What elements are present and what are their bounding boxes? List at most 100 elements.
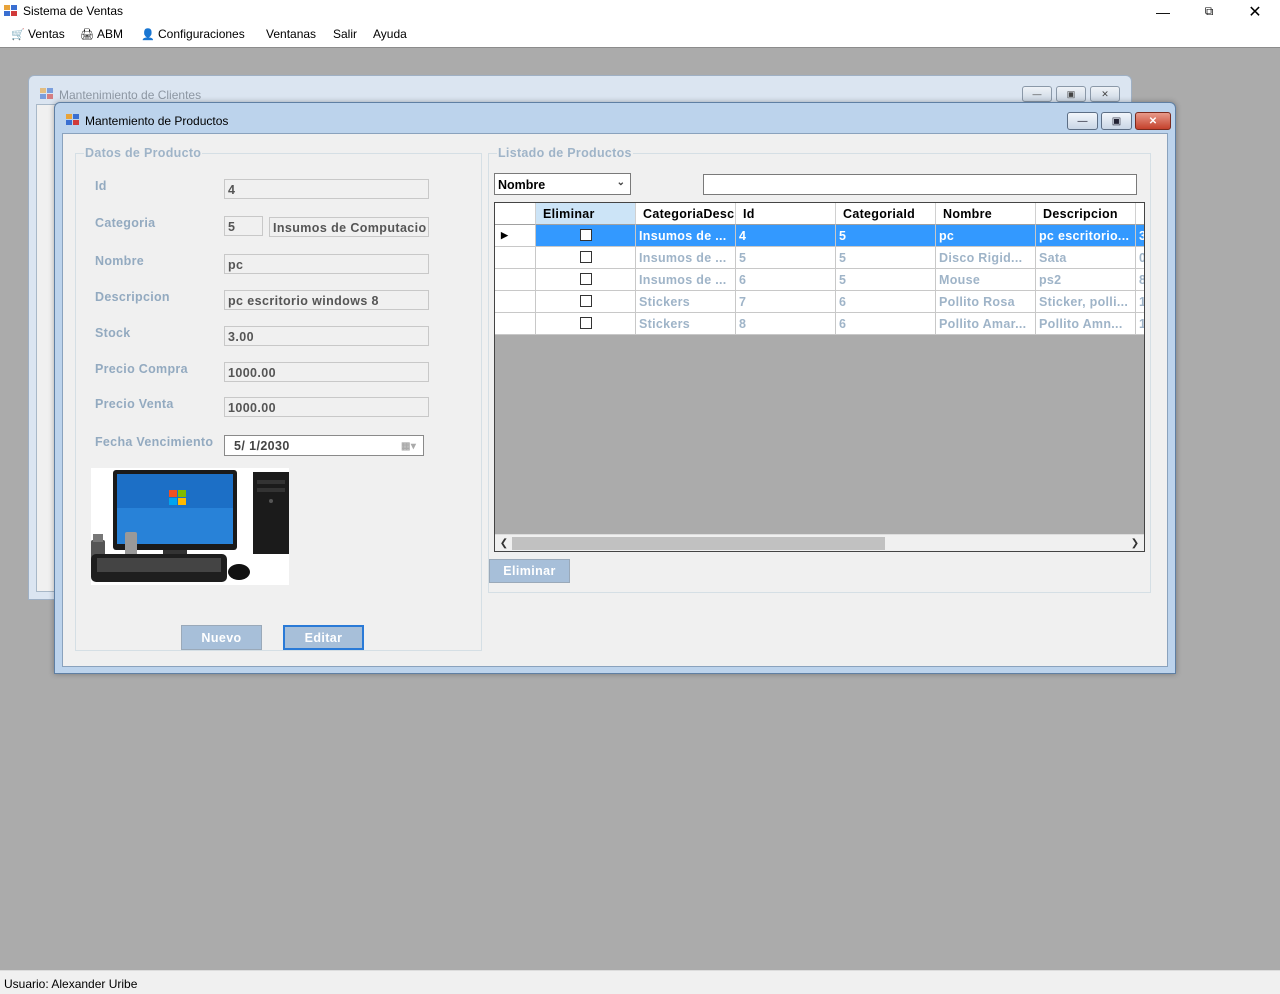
eliminar-checkbox-cell[interactable] <box>536 291 636 313</box>
eliminar-checkbox[interactable] <box>579 317 592 329</box>
eliminar-checkbox-cell[interactable] <box>536 247 636 269</box>
col-header-descripcion[interactable]: Descripcion <box>1036 203 1136 225</box>
eliminar-checkbox[interactable] <box>579 229 592 241</box>
menu-salir[interactable]: Salir <box>333 27 357 41</box>
id-field[interactable]: 4 <box>224 179 429 199</box>
col-header-eliminar[interactable]: Eliminar <box>536 203 636 225</box>
stock-field[interactable]: 3.00 <box>224 326 429 346</box>
productos-maximize-button[interactable]: ▣ <box>1101 112 1132 130</box>
productos-close-button[interactable]: ✕ <box>1135 112 1171 130</box>
row-selector-icon: ▶ <box>495 225 536 247</box>
productos-window-title: Mantemiento de Productos <box>85 114 229 128</box>
table-row[interactable]: Stickers 8 6 Pollito Amar... Pollito Amn… <box>495 313 1144 335</box>
menu-abm-label: ABM <box>97 27 124 41</box>
cell-id: 7 <box>736 291 836 313</box>
eliminar-checkbox[interactable] <box>579 273 592 285</box>
eliminar-checkbox[interactable] <box>579 295 592 307</box>
status-user-text: Usuario: Alexander Uribe <box>4 977 138 991</box>
cell-extra: 0 <box>1136 247 1144 269</box>
app-titlebar: Sistema de Ventas — ⧉ ✕ <box>0 0 1280 23</box>
precio-venta-label: Precio Venta <box>95 397 174 411</box>
minimize-button[interactable]: — <box>1140 0 1186 23</box>
fecha-vencimiento-picker[interactable]: 5/ 1/2030 ▦▾ <box>224 435 424 456</box>
nuevo-button[interactable]: Nuevo <box>181 625 262 650</box>
cell-categoria: Stickers <box>636 291 736 313</box>
cell-descripcion: Pollito Amn... <box>1036 313 1136 335</box>
cell-nombre: Pollito Amar... <box>936 313 1036 335</box>
productos-minimize-button[interactable]: — <box>1067 112 1098 130</box>
table-row[interactable]: ▶ Insumos de ... 4 5 pc pc escritorio...… <box>495 225 1144 247</box>
printer-icon: 🖨 <box>80 28 94 41</box>
cell-id: 4 <box>736 225 836 247</box>
precio-compra-field[interactable]: 1000.00 <box>224 362 429 382</box>
datos-producto-group: Datos de Producto Id 4 Categoria 5 Insum… <box>75 146 482 651</box>
cell-nombre: pc <box>936 225 1036 247</box>
window-icon <box>40 88 53 100</box>
nombre-field[interactable]: pc <box>224 254 429 274</box>
col-header-categoriaid[interactable]: CategoriaId <box>836 203 936 225</box>
horizontal-scrollbar[interactable]: ❮ ❯ <box>495 534 1144 551</box>
table-row[interactable]: Stickers 7 6 Pollito Rosa Sticker, polli… <box>495 291 1144 313</box>
categoria-desc-field[interactable]: Insumos de Computacio <box>269 217 429 237</box>
scroll-right-icon[interactable]: ❯ <box>1127 536 1143 551</box>
row-selector <box>495 313 536 335</box>
row-selector <box>495 247 536 269</box>
scroll-left-icon[interactable]: ❮ <box>496 536 512 551</box>
row-selector <box>495 291 536 313</box>
listado-productos-title: Listado de Productos <box>497 146 633 160</box>
menu-abm[interactable]: 🖨 ABM <box>80 27 123 41</box>
products-grid[interactable]: Eliminar CategoriaDesc Id CategoriaId No… <box>494 202 1145 552</box>
editar-button[interactable]: Editar <box>283 625 364 650</box>
table-row[interactable]: Insumos de ... 6 5 Mouse ps2 8 <box>495 269 1144 291</box>
cell-nombre: Pollito Rosa <box>936 291 1036 313</box>
menu-ayuda[interactable]: Ayuda <box>373 27 407 41</box>
clientes-maximize-button[interactable]: ▣ <box>1056 86 1086 102</box>
cell-descripcion: Sata <box>1036 247 1136 269</box>
table-row[interactable]: Insumos de ... 5 5 Disco Rigid... Sata 0 <box>495 247 1144 269</box>
menu-ventanas[interactable]: Ventanas <box>266 27 316 41</box>
col-header-nombre[interactable]: Nombre <box>936 203 1036 225</box>
eliminar-button[interactable]: Eliminar <box>489 559 570 583</box>
calendar-icon[interactable]: ▦▾ <box>401 440 417 452</box>
cell-id: 5 <box>736 247 836 269</box>
menu-ventanas-label: Ventanas <box>266 27 317 41</box>
grid-corner-header <box>495 203 536 225</box>
search-input[interactable] <box>703 174 1137 195</box>
productos-window[interactable]: Mantemiento de Productos — ▣ ✕ Datos de … <box>54 102 1176 674</box>
filter-select[interactable]: Nombre ⌄ <box>494 173 631 195</box>
id-label: Id <box>95 179 107 193</box>
cell-categoria: Stickers <box>636 313 736 335</box>
restore-button[interactable]: ⧉ <box>1186 0 1232 23</box>
eliminar-checkbox-cell[interactable] <box>536 269 636 291</box>
cell-categoria-id: 5 <box>836 225 936 247</box>
categoria-id-field[interactable]: 5 <box>224 216 263 236</box>
cell-descripcion: Sticker, polli... <box>1036 291 1136 313</box>
clientes-window-title: Mantenimiento de Clientes <box>59 88 202 102</box>
categoria-label: Categoria <box>95 216 156 230</box>
listado-productos-group: Listado de Productos Nombre ⌄ Eliminar C… <box>488 146 1151 593</box>
precio-venta-field[interactable]: 1000.00 <box>224 397 429 417</box>
menu-configuraciones[interactable]: 👤 Configuraciones <box>141 27 245 41</box>
app-title: Sistema de Ventas <box>23 4 124 18</box>
cell-id: 6 <box>736 269 836 291</box>
eliminar-checkbox-cell[interactable] <box>536 313 636 335</box>
descripcion-field[interactable]: pc escritorio windows 8 <box>224 290 429 310</box>
menu-configuraciones-label: Configuraciones <box>158 27 245 41</box>
clientes-minimize-button[interactable]: — <box>1022 86 1052 102</box>
scroll-thumb[interactable] <box>512 537 885 550</box>
close-button[interactable]: ✕ <box>1232 0 1278 23</box>
eliminar-checkbox-cell[interactable] <box>536 225 636 247</box>
col-header-extra[interactable] <box>1136 203 1144 225</box>
cell-categoria-id: 6 <box>836 291 936 313</box>
cell-categoria-id: 5 <box>836 247 936 269</box>
stock-label: Stock <box>95 326 131 340</box>
status-bar: Usuario: Alexander Uribe <box>0 970 1280 994</box>
product-image <box>91 468 289 585</box>
eliminar-checkbox[interactable] <box>579 251 592 263</box>
col-header-categoriadesc[interactable]: CategoriaDesc <box>636 203 736 225</box>
cell-categoria-id: 6 <box>836 313 936 335</box>
col-header-id[interactable]: Id <box>736 203 836 225</box>
clientes-close-button[interactable]: ✕ <box>1090 86 1120 102</box>
cell-extra: 1 <box>1136 291 1144 313</box>
menu-ventas[interactable]: 🛒 Ventas <box>11 27 65 41</box>
